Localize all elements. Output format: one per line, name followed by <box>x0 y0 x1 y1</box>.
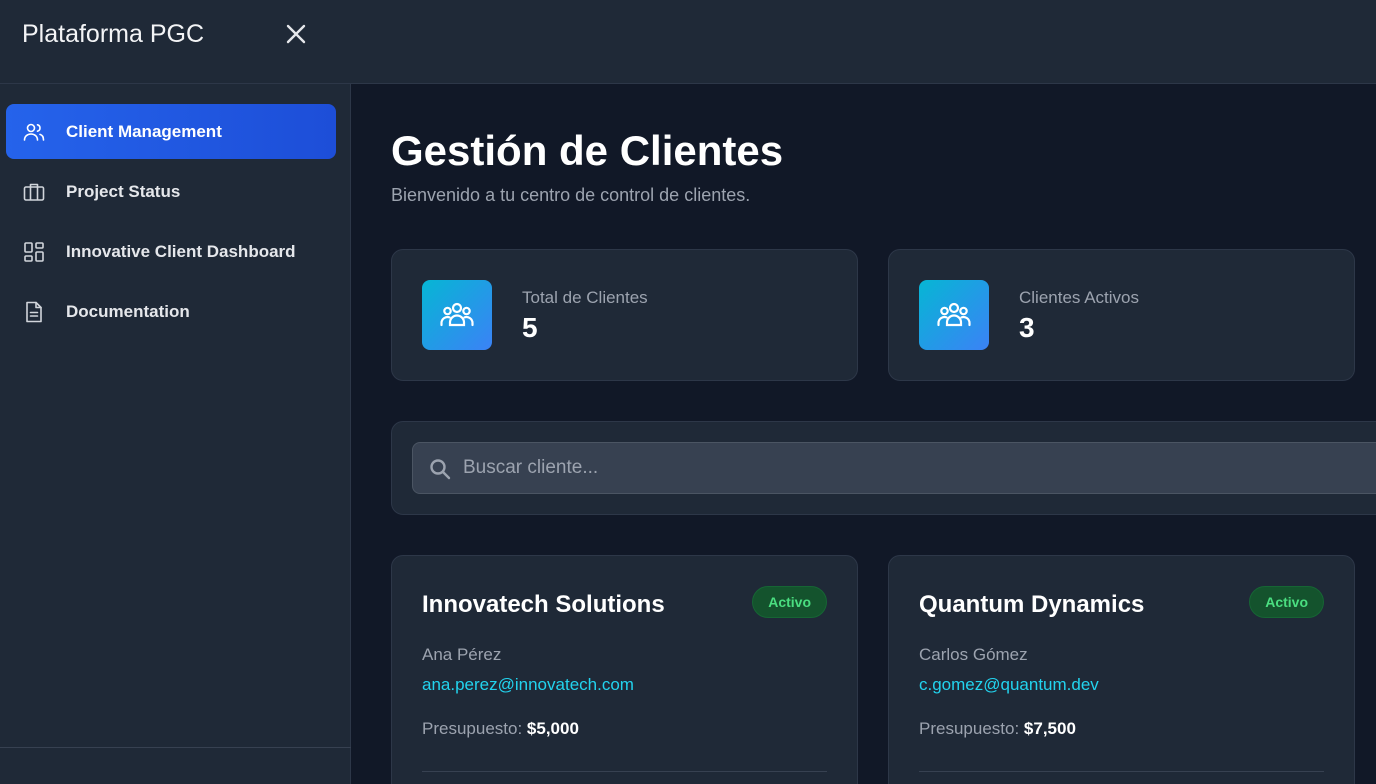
document-icon <box>22 300 46 324</box>
sidebar-item-label: Client Management <box>66 121 222 141</box>
search-panel <box>391 421 1376 515</box>
budget-label: Presupuesto: <box>422 719 523 738</box>
stat-value: 5 <box>522 312 538 343</box>
budget-value: $5,000 <box>526 719 579 738</box>
search-box[interactable] <box>412 442 1376 494</box>
search-input[interactable] <box>463 443 1363 493</box>
client-card[interactable]: Innovatech Solutions Activo Ana Pérez an… <box>391 555 858 784</box>
main-content: Gestión de Clientes Bienvenido a tu cent… <box>352 85 1376 784</box>
sidebar-item-label: Innovative Client Dashboard <box>66 241 296 261</box>
dashboard-grid-icon <box>22 240 46 264</box>
page-title: Gestión de Clientes <box>391 127 784 174</box>
users-group-icon <box>919 280 989 350</box>
stat-value: 3 <box>1019 312 1035 343</box>
client-name: Innovatech Solutions <box>422 591 665 618</box>
client-budget: Presupuesto: $7,500 <box>919 719 1076 739</box>
top-bar: Plataforma PGC <box>0 0 1376 84</box>
sidebar-divider <box>0 747 351 748</box>
budget-label: Presupuesto: <box>919 719 1020 738</box>
users-group-icon <box>422 280 492 350</box>
client-name: Quantum Dynamics <box>919 591 1145 618</box>
sidebar-item-label: Documentation <box>66 301 190 321</box>
sidebar-item-label: Project Status <box>66 181 181 201</box>
sidebar-item-client-management[interactable]: Client Management <box>6 104 336 159</box>
sidebar-item-documentation[interactable]: Documentation <box>6 284 336 339</box>
client-email-link[interactable]: ana.perez@innovatech.com <box>422 675 634 695</box>
budget-value: $7,500 <box>1023 719 1076 738</box>
card-divider <box>422 771 827 772</box>
status-badge: Activo <box>752 586 827 618</box>
app-title: Plataforma PGC <box>22 20 205 48</box>
close-sidebar-button[interactable] <box>282 20 310 48</box>
search-icon <box>430 459 451 480</box>
sidebar-item-innovative-client-dashboard[interactable]: Innovative Client Dashboard <box>6 224 336 279</box>
briefcase-icon <box>22 180 46 204</box>
card-divider <box>919 771 1324 772</box>
status-badge: Activo <box>1249 586 1324 618</box>
client-card[interactable]: Quantum Dynamics Activo Carlos Gómez c.g… <box>888 555 1355 784</box>
page-subtitle: Bienvenido a tu centro de control de cli… <box>391 185 751 205</box>
stat-label: Total de Clientes <box>522 288 648 307</box>
users-icon <box>22 120 46 144</box>
sidebar-item-project-status[interactable]: Project Status <box>6 164 336 219</box>
stat-label: Clientes Activos <box>1019 288 1139 307</box>
client-email-link[interactable]: c.gomez@quantum.dev <box>919 675 1099 695</box>
client-contact: Ana Pérez <box>422 645 502 664</box>
stat-card-total-clients: Total de Clientes 5 <box>391 249 858 381</box>
sidebar: Client Management Project Status Innovat… <box>0 84 351 784</box>
stat-card-active-clients: Clientes Activos 3 <box>888 249 1355 381</box>
client-budget: Presupuesto: $5,000 <box>422 719 579 739</box>
close-icon <box>286 24 306 44</box>
client-contact: Carlos Gómez <box>919 645 1028 664</box>
